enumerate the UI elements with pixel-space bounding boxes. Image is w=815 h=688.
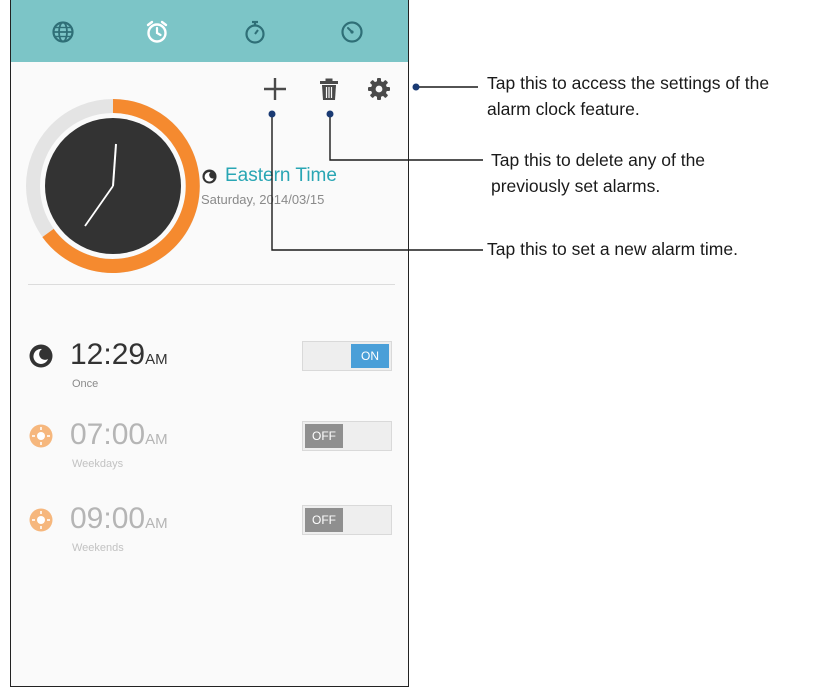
alarm-toggle[interactable]: ON (302, 341, 392, 371)
toggle-state: ON (351, 344, 389, 368)
alarm-toggle[interactable]: OFF (302, 505, 392, 535)
callout-settings: Tap this to access the settings of the a… (487, 73, 770, 119)
delete-alarm-button[interactable] (312, 72, 346, 106)
stopwatch-icon (245, 20, 265, 44)
timezone-date: Saturday, 2014/03/15 (201, 192, 325, 207)
tab-world-clock[interactable] (45, 14, 81, 50)
alarm-time: 12:29AM (70, 338, 168, 371)
trash-icon (320, 78, 338, 100)
alarm-time: 09:00AM (70, 502, 168, 535)
tab-alarm[interactable] (139, 14, 175, 50)
toggle-state: OFF (305, 508, 343, 532)
alarm-item[interactable]: 09:00AM Weekends OFF (29, 502, 399, 568)
plus-icon (264, 78, 286, 100)
moon-icon (202, 169, 217, 184)
add-alarm-button[interactable] (258, 72, 292, 106)
timer-icon (341, 21, 363, 43)
analog-clock (26, 99, 200, 273)
alarm-toggle[interactable]: OFF (302, 421, 392, 451)
moon-icon (29, 344, 53, 368)
globe-icon (52, 21, 74, 43)
alarm-repeat: Weekends (72, 542, 124, 554)
alarm-item[interactable]: 12:29AM Once ON (29, 338, 399, 404)
gear-icon (368, 78, 390, 100)
settings-button[interactable] (362, 72, 396, 106)
toggle-state: OFF (305, 424, 343, 448)
phone-screen: Eastern Time Saturday, 2014/03/15 12:29A… (10, 0, 409, 687)
callout-add: Tap this to set a new alarm time. (487, 239, 738, 259)
callout-delete: Tap this to delete any of the previously… (491, 150, 706, 196)
alarm-repeat: Weekdays (72, 458, 124, 470)
alarm-clock-icon (146, 20, 168, 43)
sun-icon (29, 424, 53, 448)
tab-timer[interactable] (334, 14, 370, 50)
alarm-repeat: Once (72, 378, 99, 390)
tab-stopwatch[interactable] (237, 14, 273, 50)
alarm-item[interactable]: 07:00AM Weekdays OFF (29, 418, 399, 484)
tab-bar (11, 0, 408, 62)
divider (28, 284, 395, 285)
alarm-time: 07:00AM (70, 418, 168, 451)
sun-icon (29, 508, 53, 532)
timezone-name: Eastern Time (225, 165, 337, 186)
